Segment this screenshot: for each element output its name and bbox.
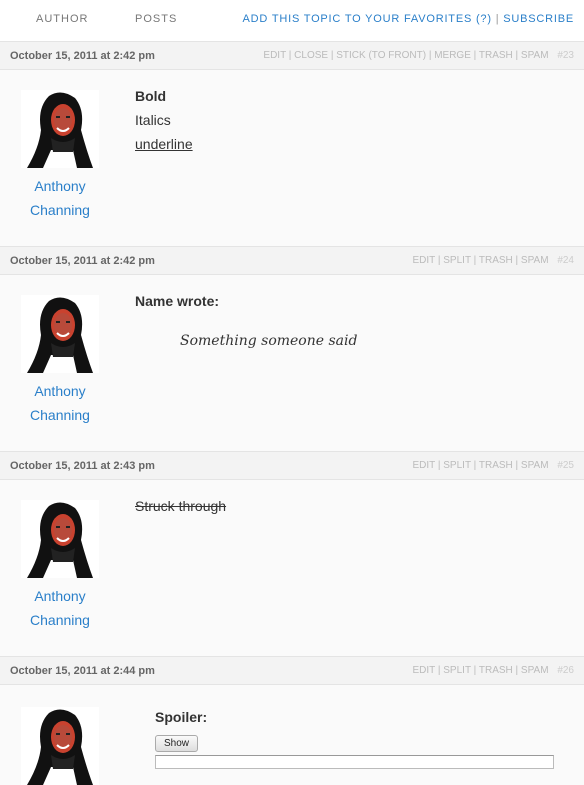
post-date: October 15, 2011 at 2:43 pm [10,460,155,472]
spam-link[interactable]: SPAM [521,665,549,676]
author-column-header: AUTHOR [36,13,89,25]
quote-text: Something someone said [180,333,358,349]
edit-link[interactable]: EDIT [413,665,436,676]
trash-link[interactable]: TRASH [479,255,513,266]
split-link[interactable]: SPLIT [443,665,471,676]
post-content: Bold Italics underline [135,84,564,156]
post-25: October 15, 2011 at 2:43 pm EDIT | SPLIT… [0,452,584,657]
post-26: October 15, 2011 at 2:44 pm EDIT | SPLIT… [0,657,584,785]
topic-header-bar: AUTHOR POSTS ADD THIS TOPIC TO YOUR FAVO… [0,0,584,42]
favorites-help-link[interactable]: (?) [476,13,492,25]
post-body: Anthony Channing Bold Italics underline [0,70,584,246]
trash-link[interactable]: TRASH [479,460,513,471]
stick-link[interactable]: STICK (TO FRONT) [336,50,426,61]
author-avatar[interactable] [21,90,99,168]
spam-link[interactable]: SPAM [521,460,549,471]
subscribe-link[interactable]: SUBSCRIBE [503,13,574,25]
edit-link[interactable]: EDIT [413,460,436,471]
spam-link[interactable]: SPAM [521,255,549,266]
post-admin-links: EDIT | SPLIT | TRASH | SPAM #24 [412,255,575,266]
author-first-name: Anthony [34,383,86,399]
post-content: Name wrote: Something someone said [135,289,564,353]
quote-attribution: Name wrote: [135,293,220,309]
author-name-link[interactable]: Anthony Channing [10,584,110,632]
author-name-link[interactable]: Anthony Channing [10,174,110,222]
author-avatar[interactable] [21,295,99,373]
strikethrough-text: Struck through [135,498,227,514]
post-date: October 15, 2011 at 2:44 pm [10,665,155,677]
author-avatar[interactable] [21,500,99,578]
author-avatar[interactable] [21,707,99,785]
separator: | [495,13,500,25]
post-24: October 15, 2011 at 2:42 pm EDIT | SPLIT… [0,247,584,452]
split-link[interactable]: SPLIT [443,255,471,266]
post-date: October 15, 2011 at 2:42 pm [10,50,155,62]
post-content: Struck through [135,494,564,518]
close-link[interactable]: CLOSE [294,50,328,61]
spoiler-content-box [155,755,554,769]
post-date: October 15, 2011 at 2:42 pm [10,255,155,267]
post-permalink[interactable]: #23 [557,50,574,61]
post-body: Anthony Channing Name wrote: Something s… [0,275,584,451]
post-header: October 15, 2011 at 2:42 pm EDIT | CLOSE… [0,42,584,70]
post-admin-links: EDIT | SPLIT | TRASH | SPAM #25 [412,460,575,471]
trash-link[interactable]: TRASH [479,665,513,676]
spam-link[interactable]: SPAM [521,50,549,61]
author-first-name: Anthony [34,588,86,604]
topic-actions: ADD THIS TOPIC TO YOUR FAVORITES (?) | S… [243,13,574,25]
post-permalink[interactable]: #25 [557,460,574,471]
post-23: October 15, 2011 at 2:42 pm EDIT | CLOSE… [0,42,584,247]
merge-link[interactable]: MERGE [434,50,471,61]
edit-link[interactable]: EDIT [413,255,436,266]
author-name-link[interactable]: Anthony Channing [10,379,110,427]
underline-text: underline [135,136,193,152]
edit-link[interactable]: EDIT [263,50,286,61]
posts-column-header: POSTS [135,13,178,25]
author-last-name: Channing [30,612,90,628]
post-body: Spoiler: Show [0,685,584,785]
post-admin-links: EDIT | SPLIT | TRASH | SPAM #26 [412,665,575,676]
author-last-name: Channing [30,407,90,423]
post-permalink[interactable]: #26 [557,665,574,676]
post-header: October 15, 2011 at 2:43 pm EDIT | SPLIT… [0,452,584,480]
post-content: Spoiler: Show [135,705,554,769]
split-link[interactable]: SPLIT [443,460,471,471]
italics-text: Italics [135,112,171,128]
author-last-name: Channing [30,202,90,218]
trash-link[interactable]: TRASH [479,50,513,61]
post-admin-links: EDIT | CLOSE | STICK (TO FRONT) | MERGE … [263,50,574,61]
post-header: October 15, 2011 at 2:42 pm EDIT | SPLIT… [0,247,584,275]
post-header: October 15, 2011 at 2:44 pm EDIT | SPLIT… [0,657,584,685]
spoiler-title: Spoiler: [155,709,208,725]
post-permalink[interactable]: #24 [557,255,574,266]
author-first-name: Anthony [34,178,86,194]
post-body: Anthony Channing Struck through [0,480,584,656]
add-to-favorites-link[interactable]: ADD THIS TOPIC TO YOUR FAVORITES [243,13,473,25]
spoiler-show-button[interactable]: Show [155,735,199,752]
bold-text: Bold [135,88,167,104]
